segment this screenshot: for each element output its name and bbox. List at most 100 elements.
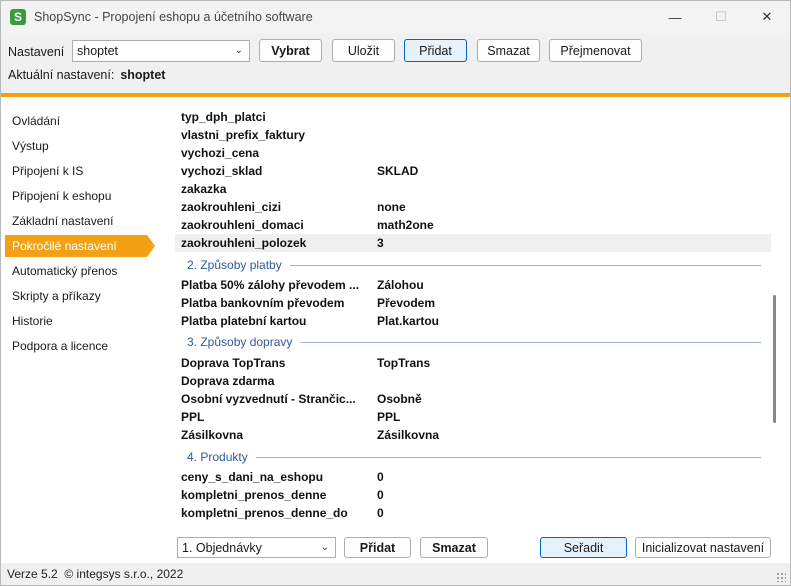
table-row[interactable]: zaokrouhleni_domaci math2one — [175, 216, 771, 234]
row-key: PPL — [181, 410, 205, 424]
app-window: S ShopSync - Propojení eshopu a účetního… — [0, 0, 791, 586]
maximize-button[interactable]: ☐ — [698, 1, 744, 33]
minimize-button[interactable]: — — [652, 1, 698, 33]
table-row[interactable]: typ_dph_platci — [175, 108, 771, 126]
sidebar-item-automaticky-prenos[interactable]: Automatický přenos — [5, 260, 147, 282]
row-key: Zásilkovna — [181, 428, 244, 442]
section-header-products: 4. Produkty — [187, 448, 761, 466]
row-key: zaokrouhleni_polozek — [181, 236, 307, 250]
sidebar-item-podpora[interactable]: Podpora a licence — [5, 335, 147, 357]
status-bar: Verze 5.2 © integsys s.r.o., 2022 — [1, 563, 790, 585]
row-key: Platba bankovním převodem — [181, 296, 345, 310]
row-key: zaokrouhleni_cizi — [181, 200, 282, 214]
table-row[interactable]: vychozi_cena — [175, 144, 771, 162]
table-row[interactable]: PPL PPL — [175, 408, 771, 426]
sidebar-item-pripojeni-is[interactable]: Připojení k IS — [5, 160, 147, 182]
shopsync-logo-icon: S — [10, 9, 26, 25]
current-settings-value: shoptet — [120, 68, 166, 82]
select-button[interactable]: Vybrat — [259, 39, 322, 62]
sidebar-item-historie[interactable]: Historie — [5, 310, 147, 332]
sidebar-item-pokrocile-nastaveni[interactable]: Pokročilé nastavení — [5, 235, 155, 257]
row-key: vychozi_sklad — [181, 164, 263, 178]
toolbar: Nastavení shoptet ⌄ Vybrat Uložit Přidat… — [1, 33, 790, 93]
category-select[interactable]: 1. Objednávky ⌄ — [177, 537, 336, 558]
row-key: Doprava zdarma — [181, 374, 275, 388]
sidebar-item-skripty[interactable]: Skripty a příkazy — [5, 285, 147, 307]
sidebar-item-ovladani[interactable]: Ovládání — [5, 110, 147, 132]
table-row[interactable]: ceny_s_dani_na_eshopu 0 — [175, 468, 771, 486]
vertical-scrollbar[interactable] — [770, 107, 778, 523]
add-item-button[interactable]: Přidat — [344, 537, 411, 558]
table-row[interactable]: vlastni_prefix_faktury — [175, 126, 771, 144]
section-header-shipping: 3. Způsoby dopravy — [187, 333, 761, 351]
table-row[interactable]: Platba 50% zálohy převodem ... Zálohou — [175, 276, 771, 294]
row-value: math2one — [377, 218, 434, 232]
window-title: ShopSync - Propojení eshopu a účetního s… — [34, 10, 313, 24]
delete-item-button[interactable]: Smazat — [420, 537, 488, 558]
table-row[interactable]: Osobní vyzvednutí - Strančic... Osobně — [175, 390, 771, 408]
section-divider — [289, 264, 761, 266]
row-key: Platba platební kartou — [181, 314, 307, 328]
row-key: Osobní vyzvednutí - Strančic... — [181, 392, 356, 406]
row-value: 0 — [377, 506, 384, 520]
row-value: Převodem — [377, 296, 436, 310]
row-value: Zálohou — [377, 278, 424, 292]
row-value: 3 — [377, 236, 384, 250]
row-key: zakazka — [181, 182, 227, 196]
row-key: kompletni_prenos_denne — [181, 488, 327, 502]
section-divider — [255, 456, 761, 458]
table-row[interactable]: zaokrouhleni_cizi none — [175, 198, 771, 216]
sidebar-item-zakladni-nastaveni[interactable]: Základní nastavení — [5, 210, 147, 232]
close-button[interactable]: ✕ — [744, 1, 790, 33]
row-key: Doprava TopTrans — [181, 356, 286, 370]
row-key: kompletni_prenos_denne_do — [181, 506, 348, 520]
section-title: 3. Způsoby dopravy — [187, 335, 293, 349]
row-key: vychozi_cena — [181, 146, 260, 160]
section-title: 4. Produkty — [187, 450, 248, 464]
table-row[interactable]: Doprava zdarma — [175, 372, 771, 390]
status-text: Verze 5.2 © integsys s.r.o., 2022 — [7, 567, 184, 581]
row-key: ceny_s_dani_na_eshopu — [181, 470, 324, 484]
current-settings: Aktuální nastavení: shoptet — [8, 68, 165, 82]
delete-button[interactable]: Smazat — [477, 39, 540, 62]
sidebar-item-vystup[interactable]: Výstup — [5, 135, 147, 157]
row-key: typ_dph_platci — [181, 110, 266, 124]
category-select-value: 1. Objednávky — [182, 540, 262, 555]
main-content: Ovládání Výstup Připojení k IS Připojení… — [1, 97, 790, 563]
scrollbar-thumb[interactable] — [773, 295, 776, 423]
sidebar: Ovládání Výstup Připojení k IS Připojení… — [1, 97, 161, 563]
row-value: 0 — [377, 488, 384, 502]
row-value: none — [377, 200, 406, 214]
chevron-down-icon: ⌄ — [234, 44, 243, 56]
row-value: PPL — [377, 410, 401, 424]
sidebar-item-pripojeni-eshop[interactable]: Připojení k eshopu — [5, 185, 147, 207]
row-key: vlastni_prefix_faktury — [181, 128, 306, 142]
resize-grip-icon[interactable] — [776, 572, 786, 582]
table-row[interactable]: kompletni_prenos_denne_do 0 — [175, 504, 771, 522]
add-button[interactable]: Přidat — [404, 39, 467, 62]
table-row[interactable]: Zásilkovna Zásilkovna — [175, 426, 771, 444]
rename-button[interactable]: Přejmenovat — [549, 39, 642, 62]
table-row[interactable]: Platba bankovním převodem Převodem — [175, 294, 771, 312]
table-row[interactable]: kompletni_prenos_denne 0 — [175, 486, 771, 504]
row-value: Osobně — [377, 392, 422, 406]
section-divider — [300, 341, 761, 343]
table-row-highlighted[interactable]: zaokrouhleni_polozek 3 — [175, 234, 771, 252]
row-value: TopTrans — [377, 356, 431, 370]
row-value: Zásilkovna — [377, 428, 440, 442]
table-row[interactable]: Platba platební kartou Plat.kartou — [175, 312, 771, 330]
table-row[interactable]: Doprava TopTrans TopTrans — [175, 354, 771, 372]
current-settings-label: Aktuální nastavení: — [8, 68, 115, 82]
bottom-action-bar: 1. Objednávky ⌄ Přidat Smazat Seřadit In… — [161, 533, 790, 563]
table-row[interactable]: vychozi_sklad SKLAD — [175, 162, 771, 180]
title-bar: S ShopSync - Propojení eshopu a účetního… — [1, 1, 790, 33]
sort-button[interactable]: Seřadit — [540, 537, 627, 558]
initialize-settings-button[interactable]: Inicializovat nastavení — [635, 537, 771, 558]
save-button[interactable]: Uložit — [332, 39, 395, 62]
row-value: 0 — [377, 470, 384, 484]
table-row[interactable]: zakazka — [175, 180, 771, 198]
settings-select[interactable]: shoptet ⌄ — [72, 40, 250, 62]
row-value: Plat.kartou — [377, 314, 440, 328]
row-key: Platba 50% zálohy převodem ... — [181, 278, 360, 292]
row-key: zaokrouhleni_domaci — [181, 218, 304, 232]
